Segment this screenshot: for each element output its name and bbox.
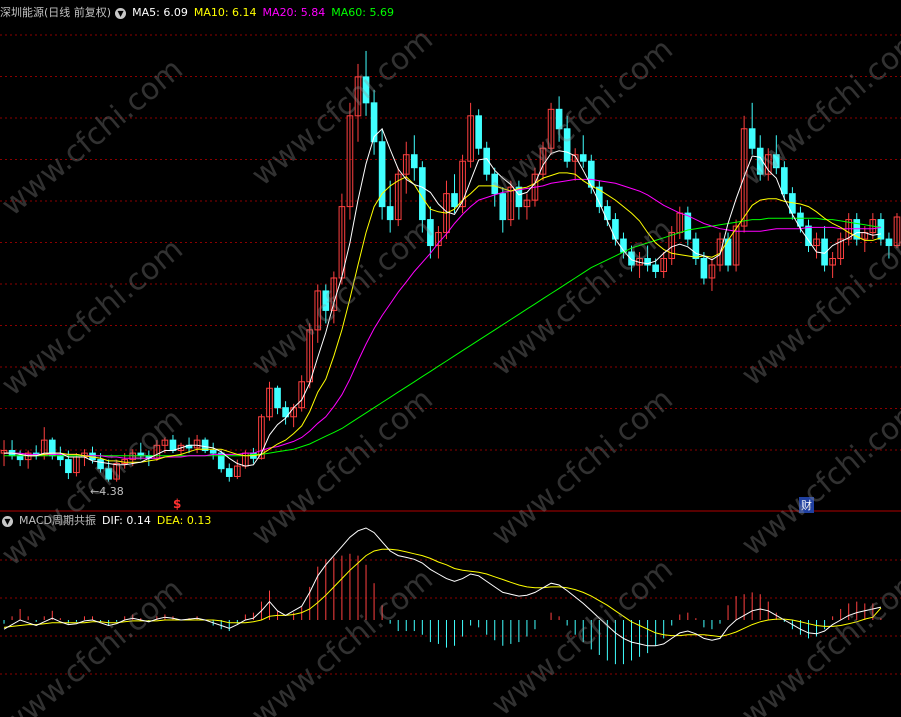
candle-body: [169, 439, 177, 452]
candle-body: [97, 459, 104, 470]
candle-body: [362, 76, 370, 104]
dea-legend: DEA: 0.13: [156, 514, 212, 527]
candle-body: [410, 154, 418, 169]
candle-body: [877, 219, 885, 240]
candle-body: [274, 387, 281, 409]
dif-legend: DIF: 0.14: [101, 514, 151, 527]
candle-body: [57, 455, 64, 461]
candle-body: [885, 238, 893, 247]
candle-body: [209, 450, 217, 454]
ma20-line: [4, 178, 881, 459]
ma10-legend: MA10: 6.14: [193, 6, 257, 19]
low-price-label: ←4.38: [90, 485, 124, 498]
macd-header: ▼ MACD周期共振 DIF: 0.14 DEA: 0.13: [0, 513, 217, 529]
candle-body: [475, 115, 482, 149]
candle-body: [628, 251, 635, 266]
ma20-legend: MA20: 5.84: [262, 6, 326, 19]
stock-title: 深圳能源(日线 前复权): [0, 6, 112, 19]
candle-body: [604, 206, 611, 221]
candle-body: [700, 258, 708, 279]
candle-body: [748, 128, 756, 149]
chevron-down-icon[interactable]: ▼: [2, 515, 13, 527]
dea-line: [3, 548, 882, 638]
ma60-line: [4, 217, 881, 457]
candle-body: [386, 206, 394, 221]
ma5-line: [4, 127, 881, 467]
candle-body: [587, 160, 595, 188]
dif-line: [3, 527, 882, 647]
candle-body: [652, 264, 659, 272]
candle-body: [772, 154, 780, 169]
chart-window: 深圳能源(日线 前复权) ▼ MA5: 6.09 MA10: 6.14 MA20: 5.…: [0, 0, 901, 717]
chart-canvas: [0, 34, 901, 675]
cai-marker[interactable]: 财: [799, 497, 814, 513]
ma5-legend: MA5: 6.09: [132, 6, 188, 19]
candle-body: [322, 290, 330, 311]
s-marker: $: [173, 497, 182, 511]
candle-body: [370, 102, 378, 143]
candle-body: [555, 108, 563, 130]
candle-body: [781, 167, 788, 195]
candle-body: [499, 193, 507, 221]
candle-body: [563, 128, 571, 162]
candle-body: [225, 468, 233, 477]
candle-body: [612, 219, 619, 240]
candle-body: [427, 219, 434, 247]
ma10-line: [4, 172, 882, 463]
ma60-legend: MA60: 5.69: [331, 6, 394, 19]
candle-body: [451, 193, 458, 208]
candle-body: [692, 238, 700, 260]
candle-body: [579, 154, 587, 162]
candle-body: [16, 455, 24, 461]
chevron-down-icon[interactable]: ▼: [115, 7, 127, 19]
macd-title: MACD周期共振: [19, 514, 96, 527]
candle-body: [65, 459, 72, 474]
candle-body: [105, 468, 112, 480]
candle-body: [491, 173, 499, 195]
candle-body: [797, 212, 804, 227]
price-header: 深圳能源(日线 前复权) ▼ MA5: 6.09 MA10: 6.14 MA20: 5.…: [0, 5, 400, 21]
